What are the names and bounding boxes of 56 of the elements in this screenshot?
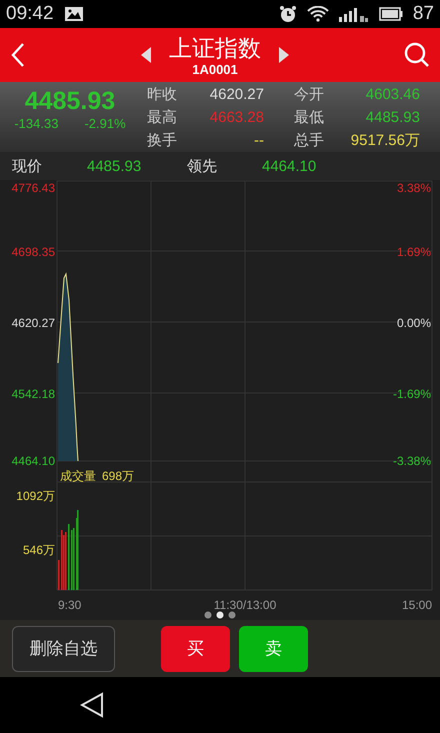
page-dot[interactable] bbox=[204, 612, 212, 618]
stat-label: 今开 bbox=[293, 85, 325, 105]
quote-value: 4485.93 bbox=[87, 158, 142, 174]
search-icon[interactable] bbox=[404, 42, 430, 68]
index-code: 1A0001 bbox=[192, 62, 238, 76]
current-price: 4485.93 bbox=[24, 86, 116, 116]
previous-icon[interactable] bbox=[141, 47, 151, 63]
percent-axis-label: 0.00% bbox=[396, 316, 431, 330]
buy-button[interactable]: 买 bbox=[161, 626, 230, 672]
page-dot[interactable] bbox=[216, 612, 224, 618]
alarm-icon bbox=[278, 5, 297, 23]
next-icon[interactable] bbox=[279, 47, 289, 63]
image-icon bbox=[64, 6, 84, 22]
stat-label: 昨收 bbox=[147, 85, 178, 105]
stat-value: 4620.27 bbox=[208, 85, 264, 105]
percent-axis-label: 3.38% bbox=[396, 181, 431, 195]
back-nav-icon[interactable] bbox=[80, 692, 104, 718]
remove-watchlist-button[interactable]: 删除自选 bbox=[12, 626, 115, 672]
index-title: 上证指数 bbox=[169, 34, 261, 62]
stat-label: 总手 bbox=[293, 131, 325, 151]
price-axis-label: 4698.35 bbox=[12, 245, 55, 259]
stat-value: -- bbox=[253, 131, 264, 151]
clock-time: 09:42 bbox=[6, 3, 54, 25]
page-dot[interactable] bbox=[228, 612, 236, 618]
price-change: -134.33 bbox=[14, 116, 58, 131]
time-axis-label: 9:30 bbox=[58, 598, 82, 612]
time-axis-label: 11:30/13:00 bbox=[214, 598, 276, 612]
signal-icon bbox=[338, 6, 369, 22]
time-axis-label: 15:00 bbox=[402, 598, 432, 612]
stat-label: 最高 bbox=[147, 108, 178, 128]
price-axis-label: 4620.27 bbox=[12, 316, 55, 330]
volume-title: 成交量 bbox=[60, 469, 96, 483]
percent-axis-label: 1.69% bbox=[396, 245, 431, 259]
percent-axis-label: -3.38% bbox=[392, 454, 431, 468]
price-axis-label: 4464.10 bbox=[12, 454, 55, 468]
stat-value: 4603.46 bbox=[364, 85, 420, 105]
stat-label: 换手 bbox=[147, 131, 178, 151]
stat-value: 4663.28 bbox=[208, 108, 264, 128]
stat-value: 9517.56万 bbox=[350, 131, 420, 151]
percent-axis-label: -1.69% bbox=[392, 387, 431, 401]
volume-value: 698万 bbox=[102, 469, 134, 483]
price-axis-label: 4542.18 bbox=[12, 387, 55, 401]
battery-level: 87 bbox=[412, 3, 434, 25]
wifi-icon bbox=[306, 6, 329, 22]
volume-axis-label: 546万 bbox=[22, 543, 55, 557]
quote-value: 4464.10 bbox=[262, 158, 318, 174]
stat-value: 4485.93 bbox=[364, 108, 420, 128]
change-percent: -2.91% bbox=[84, 116, 126, 131]
battery-icon bbox=[378, 7, 403, 21]
volume-axis-label: 1092万 bbox=[16, 489, 55, 503]
price-axis-label: 4776.43 bbox=[12, 181, 55, 195]
quote-label: 现价 bbox=[12, 156, 43, 176]
stat-label: 最低 bbox=[293, 108, 325, 128]
back-icon[interactable] bbox=[10, 42, 26, 68]
sell-button[interactable]: 卖 bbox=[239, 626, 308, 672]
quote-label: 领先 bbox=[187, 156, 218, 176]
